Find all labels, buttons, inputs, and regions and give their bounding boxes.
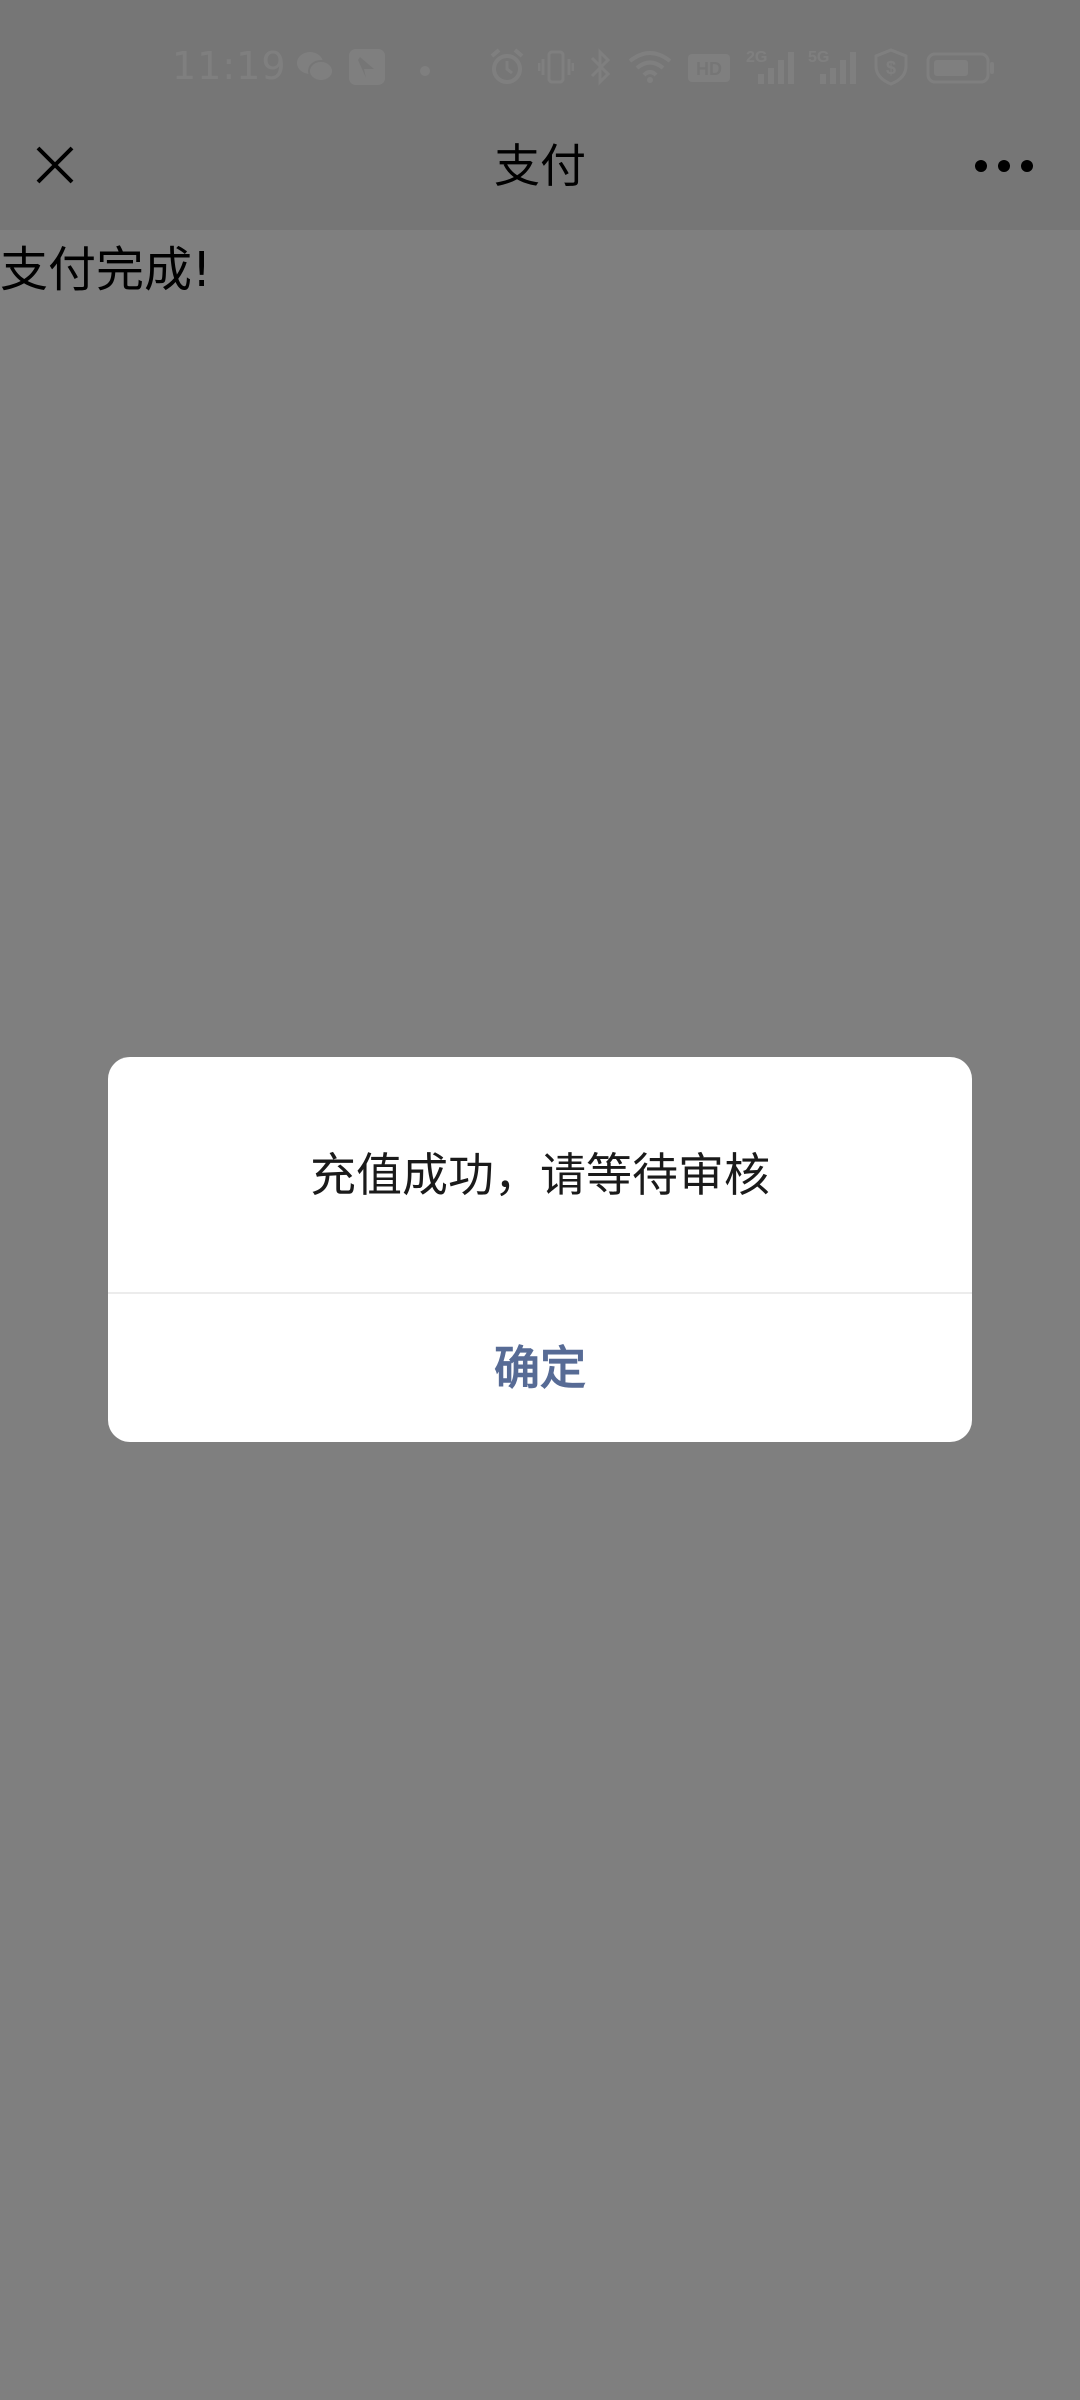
alert-dialog: 充值成功，请等待审核 确定 [108, 1057, 972, 1442]
dialog-message: 充值成功，请等待审核 [310, 1148, 770, 1202]
confirm-button[interactable]: 确定 [108, 1294, 972, 1442]
